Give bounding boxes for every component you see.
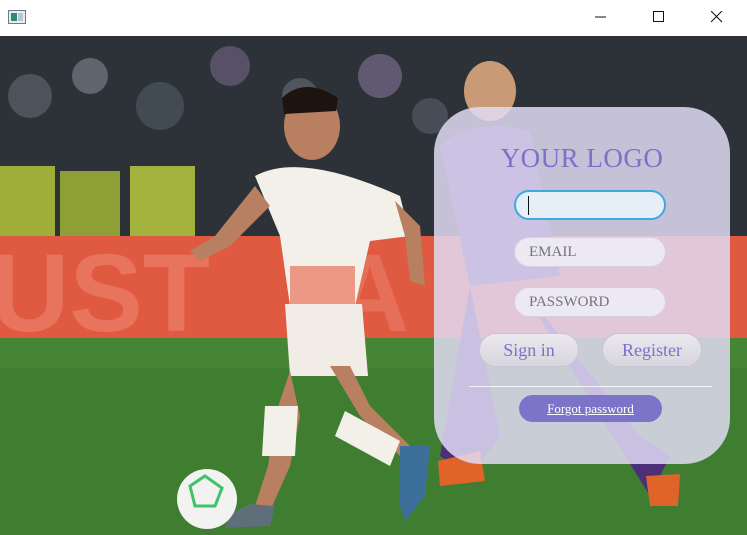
email-input[interactable] [514, 237, 666, 267]
app-icon [8, 10, 26, 24]
window-titlebar [0, 0, 747, 36]
register-button[interactable]: Register [602, 333, 702, 367]
maximize-icon [653, 11, 664, 22]
username-input[interactable] [514, 190, 666, 220]
forgot-password-link[interactable]: Forgot password [519, 395, 662, 422]
close-icon [711, 11, 723, 23]
login-card: YOUR LOGO Sign in Register Forgot passwo… [434, 107, 730, 464]
signin-button[interactable]: Sign in [479, 333, 579, 367]
logo-text: YOUR LOGO [500, 143, 664, 173]
minimize-button[interactable] [572, 0, 630, 34]
text-caret [528, 196, 529, 215]
svg-text:UST: UST [0, 232, 210, 355]
divider [469, 386, 712, 387]
maximize-button[interactable] [630, 0, 688, 34]
password-input[interactable] [514, 287, 666, 317]
minimize-icon [595, 16, 606, 18]
close-button[interactable] [688, 0, 746, 34]
